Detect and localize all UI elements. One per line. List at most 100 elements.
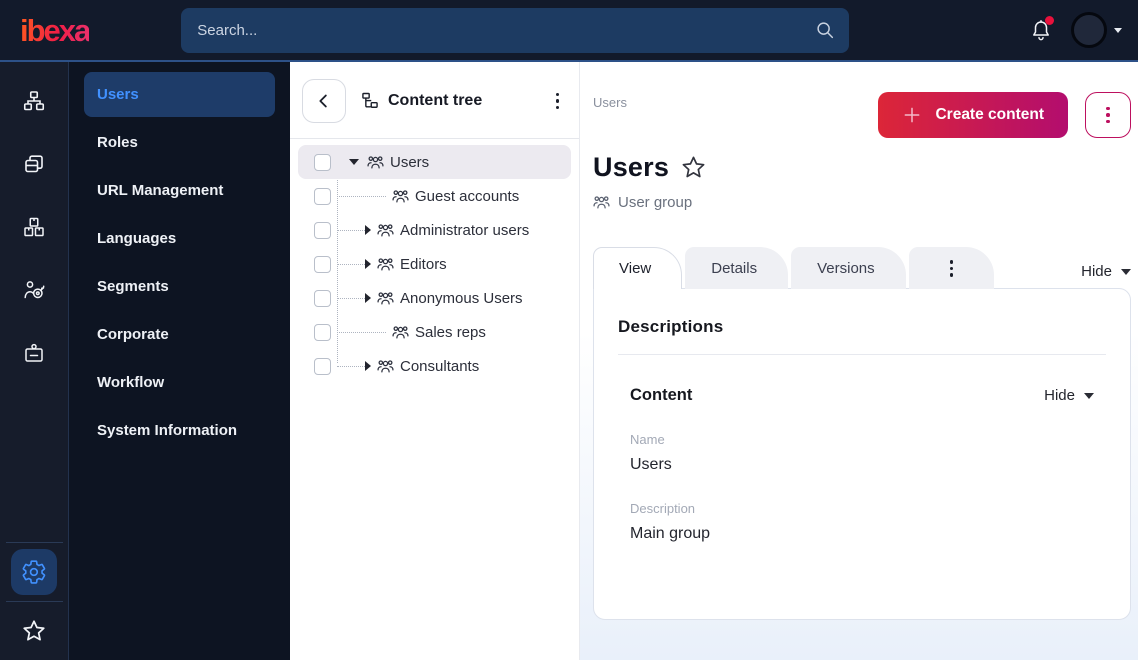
row-checkbox[interactable] xyxy=(314,187,331,205)
tree-row-administrator-users[interactable]: Administrator users xyxy=(298,213,571,247)
tree-connector-line xyxy=(337,331,386,333)
audience-target-icon[interactable] xyxy=(11,267,57,313)
bookmarks-star-icon[interactable] xyxy=(11,608,57,654)
menu-item-url-management[interactable]: URL Management xyxy=(84,168,275,213)
collapse-caret-icon[interactable] xyxy=(349,159,359,165)
notifications-button[interactable] xyxy=(1029,16,1054,42)
id-badge-icon[interactable] xyxy=(11,330,57,376)
user-group-icon xyxy=(392,189,409,202)
tree-options-kebab-menu[interactable] xyxy=(550,87,566,116)
content-tree-panel: Content tree Users Guest accounts Admini… xyxy=(290,62,580,660)
content-section-heading: Content xyxy=(630,386,693,404)
tree-connector-line xyxy=(337,297,365,299)
menu-item-system-information[interactable]: System Information xyxy=(84,408,275,453)
content-type-label: User group xyxy=(593,194,1131,211)
tabs-more-kebab-menu[interactable] xyxy=(908,247,995,289)
user-group-icon xyxy=(377,359,394,372)
expand-caret-icon[interactable] xyxy=(365,259,371,269)
main-actions: Create content xyxy=(878,92,1131,138)
expand-caret-icon[interactable] xyxy=(365,361,371,371)
product-boxes-icon[interactable] xyxy=(11,204,57,250)
tree-row-editors[interactable]: Editors xyxy=(298,247,571,281)
field-label: Name xyxy=(630,432,665,447)
search-input[interactable] xyxy=(181,7,850,53)
topbar-right xyxy=(1029,12,1126,48)
content-tree-title: Content tree xyxy=(360,91,482,111)
content-tree-rows: Users Guest accounts Administrator users… xyxy=(290,139,579,383)
field-label: Description xyxy=(630,501,696,516)
tree-row-users[interactable]: Users xyxy=(298,145,571,179)
tab-view[interactable]: View xyxy=(593,247,683,291)
content-actions-kebab-menu[interactable] xyxy=(1085,92,1131,138)
user-menu-button[interactable] xyxy=(1071,12,1126,48)
tree-connector-line xyxy=(337,229,365,231)
tab-versions[interactable]: Versions xyxy=(791,247,906,289)
row-checkbox[interactable] xyxy=(314,255,331,273)
global-search xyxy=(181,7,850,53)
caret-down-icon xyxy=(1084,392,1094,399)
tree-connector-line xyxy=(337,365,365,367)
user-group-icon xyxy=(377,291,394,304)
tab-details[interactable]: Details xyxy=(685,247,789,289)
menu-item-workflow[interactable]: Workflow xyxy=(84,360,275,405)
field-value: Main group xyxy=(630,525,711,542)
content-tree-header: Content tree xyxy=(290,62,579,138)
hide-section-toggle[interactable]: Hide xyxy=(1044,387,1094,404)
menu-item-users[interactable]: Users xyxy=(84,72,275,117)
avatar xyxy=(1071,12,1107,48)
menu-item-corporate[interactable]: Corporate xyxy=(84,312,275,357)
field-name: Name Users xyxy=(630,432,1094,474)
create-content-button[interactable]: Create content xyxy=(878,92,1068,138)
row-checkbox[interactable] xyxy=(314,289,331,307)
row-checkbox[interactable] xyxy=(314,323,331,341)
tree-row-sales-reps[interactable]: Sales reps xyxy=(298,315,571,349)
user-group-icon xyxy=(377,257,394,270)
ibexa-logo[interactable]: ibexa xyxy=(20,15,91,46)
row-checkbox[interactable] xyxy=(314,357,331,375)
divider xyxy=(618,354,1106,355)
tree-row-guest-accounts[interactable]: Guest accounts xyxy=(298,179,571,213)
caret-down-icon xyxy=(1121,268,1131,275)
chevron-down-icon xyxy=(1114,27,1122,33)
content-tree-icon xyxy=(362,92,378,108)
favorite-star-icon[interactable] xyxy=(680,154,707,181)
notification-dot xyxy=(1045,16,1054,25)
kebab-menu-icon xyxy=(944,254,960,283)
field-value: Users xyxy=(630,456,672,473)
expand-caret-icon[interactable] xyxy=(365,293,371,303)
menu-item-roles[interactable]: Roles xyxy=(84,120,275,165)
collapse-tree-button[interactable] xyxy=(302,79,346,123)
breadcrumb[interactable]: Users xyxy=(593,95,627,110)
tree-connector-line xyxy=(337,195,386,197)
menu-item-languages[interactable]: Languages xyxy=(84,216,275,261)
view-tab-card: Descriptions Content Hide Name Users Des… xyxy=(593,288,1131,620)
tab-bar: View Details Versions Hide xyxy=(593,247,1131,291)
settings-gear-icon[interactable] xyxy=(11,549,57,595)
icon-rail xyxy=(0,62,69,660)
content-pages-icon[interactable] xyxy=(11,141,57,187)
sitemap-icon[interactable] xyxy=(11,78,57,124)
tree-row-anonymous-users[interactable]: Anonymous Users xyxy=(298,281,571,315)
hide-tabs-toggle[interactable]: Hide xyxy=(1081,263,1131,289)
descriptions-heading: Descriptions xyxy=(618,317,724,336)
row-checkbox[interactable] xyxy=(314,153,331,171)
kebab-menu-icon xyxy=(1100,101,1116,130)
content-section: Content Hide Name Users Description Main… xyxy=(618,386,1106,543)
top-bar: ibexa xyxy=(0,0,1138,62)
rail-divider xyxy=(5,601,63,602)
user-group-icon xyxy=(392,325,409,338)
expand-caret-icon[interactable] xyxy=(365,225,371,235)
main-content: Users Create content Users User group Vi… xyxy=(580,62,1138,660)
chevron-left-icon xyxy=(319,94,327,108)
tree-connector-line xyxy=(337,263,365,265)
rail-divider xyxy=(5,542,63,543)
tree-row-consultants[interactable]: Consultants xyxy=(298,349,571,383)
row-checkbox[interactable] xyxy=(314,221,331,239)
field-description: Description Main group xyxy=(630,501,1094,543)
menu-item-segments[interactable]: Segments xyxy=(84,264,275,309)
user-group-icon xyxy=(367,155,384,168)
page-title: Users xyxy=(593,152,670,182)
plus-icon xyxy=(905,107,920,123)
user-group-icon xyxy=(377,223,394,236)
search-icon[interactable] xyxy=(814,19,836,41)
